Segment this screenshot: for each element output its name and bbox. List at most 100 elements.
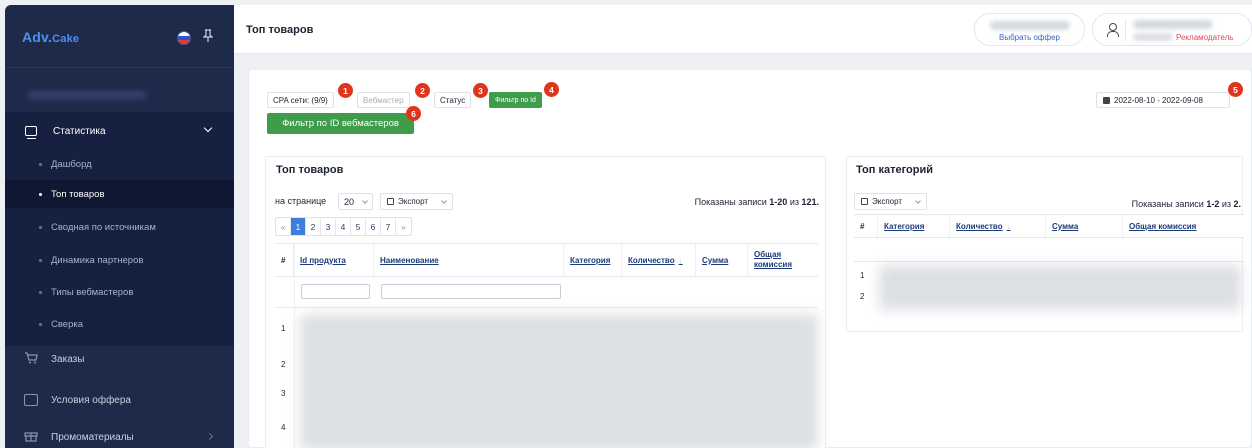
shown-prefix: Показаны записи (1131, 199, 1207, 209)
pagination-page[interactable]: 5 (351, 218, 366, 235)
pagination-page[interactable]: 3 (321, 218, 336, 235)
sidebar-item-promo[interactable]: Промоматериалы (5, 422, 234, 448)
export-label: Экспорт (872, 197, 903, 206)
shown-records: Показаны записи 1-20 из 121. (626, 197, 819, 207)
name-filter-input[interactable] (381, 284, 561, 299)
pagination-page[interactable]: 7 (381, 218, 396, 235)
brand-main-text: Adv. (22, 29, 53, 45)
brand-small-text: Cake (52, 33, 80, 45)
per-page-select[interactable]: 20 (338, 193, 373, 210)
table-row-index: 4 (281, 423, 286, 432)
bullet-icon (39, 162, 42, 166)
sidebar-item-label: Промоматериалы (51, 431, 134, 443)
col-category[interactable]: Категория (564, 244, 622, 276)
content-card: CPA сети: (9/9) 1 Вебмастер 2 Статус 3 Ф… (248, 69, 1252, 448)
gift-icon (24, 429, 38, 445)
col-quantity[interactable]: Количество ↓ (622, 244, 696, 276)
sidebar-subitem-reconciliation[interactable]: Сверка (5, 310, 234, 338)
col-quantity[interactable]: Количество ↓ (950, 215, 1046, 237)
sort-icon: ↓ (678, 255, 683, 265)
col-sum[interactable]: Сумма (696, 244, 748, 276)
date-range-value: 2022-08-10 - 2022-09-08 (1114, 95, 1203, 105)
user-blurred-sub (1133, 33, 1173, 41)
user-role-label: Рекламодатель (1176, 33, 1234, 42)
sidebar-subitem-label: Динамика партнеров (51, 254, 144, 266)
sidebar-divider (5, 67, 234, 68)
date-range-picker[interactable]: 2022-08-10 - 2022-09-08 (1096, 92, 1230, 108)
col-sum[interactable]: Сумма (1046, 215, 1123, 237)
annotation-badge-5: 5 (1228, 82, 1243, 97)
shown-mid: из (787, 197, 802, 207)
blurred-category-data (879, 265, 1241, 310)
table-row-index: 2 (860, 292, 865, 301)
pagination-first[interactable]: « (276, 218, 291, 235)
sort-icon: ↓ (1006, 221, 1011, 231)
sidebar-blurred-text (27, 91, 147, 99)
categories-shown-records: Показаны записи 1-2 из 2. (1047, 199, 1241, 209)
chevron-down-icon (203, 123, 213, 133)
offer-blurred-name (990, 21, 1070, 30)
bullet-icon (39, 290, 42, 294)
product-id-filter-input[interactable] (301, 284, 370, 299)
sidebar-item-orders[interactable]: Заказы (5, 344, 234, 374)
per-page-label: на странице (275, 196, 327, 206)
filter-by-webmaster-id-label: Фильтр по ID вебмастеров (282, 118, 399, 129)
sidebar-item-label: Заказы (51, 353, 85, 365)
sidebar-subitem-label: Типы вебмастеров (51, 286, 134, 298)
col-total-commission[interactable]: Общая комиссия (748, 244, 818, 276)
language-flag-icon[interactable] (178, 32, 190, 44)
top-products-title: Топ товаров (276, 164, 344, 176)
sidebar-subitem-label: Сверка (51, 318, 84, 330)
export-icon (861, 198, 868, 205)
status-filter[interactable]: Статус (434, 92, 472, 108)
export-button[interactable]: Экспорт (380, 193, 453, 210)
filter-by-webmaster-id-button[interactable]: Фильтр по ID вебмастеров (267, 113, 414, 134)
col-category[interactable]: Категория (878, 215, 950, 237)
per-page-value: 20 (344, 196, 355, 207)
cpa-filter[interactable]: CPA сети: (9/9) (267, 92, 334, 108)
user-blurred-name (1133, 20, 1213, 29)
sidebar-item-statistics[interactable]: Статистика (5, 112, 234, 150)
user-menu[interactable]: Рекламодатель (1092, 13, 1252, 46)
sidebar-subitem-partner-dynamics[interactable]: Динамика партнеров (5, 246, 234, 274)
sidebar-subitem-sources[interactable]: Сводная по источникам (5, 213, 234, 241)
sidebar-subitem-label: Дашборд (51, 158, 92, 170)
filter-by-id-button[interactable]: Фильтр по Id (489, 92, 542, 108)
sidebar-subitem-webmaster-types[interactable]: Типы вебмастеров (5, 278, 234, 306)
blurred-table-data (300, 314, 818, 448)
col-product-id[interactable]: Id продукта (294, 244, 374, 276)
filter-by-id-label: Фильтр по Id (495, 96, 536, 104)
document-icon (24, 394, 38, 406)
chart-icon (25, 126, 37, 139)
table-row-index: 2 (281, 360, 286, 369)
chevron-right-icon (205, 432, 214, 441)
pagination-page[interactable]: 6 (366, 218, 381, 235)
pagination-page[interactable]: 2 (306, 218, 321, 235)
sidebar: Adv.Cake Статистика Дашборд Топ товаров … (5, 5, 234, 448)
export-icon (387, 198, 394, 205)
annotation-badge-2: 2 (415, 83, 430, 98)
pin-icon[interactable] (202, 29, 214, 46)
sidebar-item-offer-terms[interactable]: Условия оффера (5, 385, 234, 415)
user-icon (1107, 23, 1119, 37)
select-offer-button[interactable]: Выбрать оффер (974, 13, 1085, 46)
shown-total: 2. (1233, 199, 1241, 209)
bullet-icon (39, 225, 42, 229)
sidebar-subitem-dashboard[interactable]: Дашборд (5, 150, 234, 178)
brand-logo[interactable]: Adv.Cake (22, 29, 79, 45)
products-table-header: # Id продукта Наименование Категория Кол… (275, 243, 818, 277)
top-products-panel: Топ товаров на странице 20 Экспорт Показ… (265, 156, 826, 448)
sidebar-subitem-top-products[interactable]: Топ товаров (5, 180, 234, 208)
pagination-page[interactable]: 4 (336, 218, 351, 235)
pagination-last[interactable]: » (396, 218, 411, 235)
select-offer-label: Выбрать оффер (999, 33, 1060, 42)
categories-export-button[interactable]: Экспорт (854, 193, 927, 210)
top-header: Топ товаров Выбрать оффер Рекламодатель (234, 5, 1252, 54)
page-title: Топ товаров (246, 24, 314, 36)
pagination-page[interactable]: 1 (291, 218, 306, 235)
col-name[interactable]: Наименование (374, 244, 564, 276)
bullet-icon (39, 192, 42, 196)
table-row-index: 1 (860, 271, 865, 280)
webmaster-filter[interactable]: Вебмастер (357, 92, 410, 108)
col-total-commission[interactable]: Общая комиссия (1123, 215, 1244, 237)
